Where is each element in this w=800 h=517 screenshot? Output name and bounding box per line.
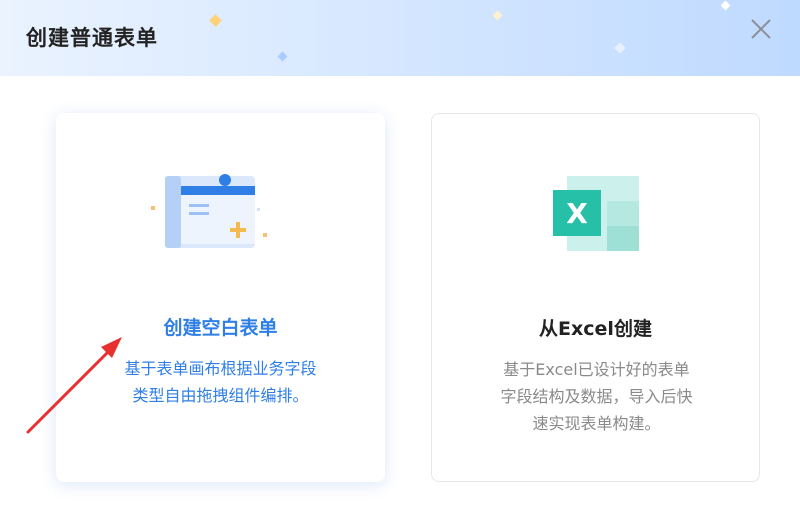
- create-from-excel-description: 基于Excel已设计好的表单 字段结构及数据，导入后快 速实现表单构建。: [487, 356, 706, 437]
- close-icon: [751, 19, 771, 39]
- header-decoration: [492, 10, 503, 21]
- header-decoration: [277, 51, 288, 62]
- create-from-excel-card[interactable]: X 从Excel创建 基于Excel已设计好的表单 字段结构及数据，导入后快 速…: [431, 113, 760, 482]
- close-button[interactable]: [748, 16, 774, 42]
- description-line: 类型自由拖拽组件编排。: [132, 386, 309, 405]
- description-line: 基于Excel已设计好的表单: [503, 360, 690, 379]
- dialog-title: 创建普通表单: [26, 26, 158, 50]
- header-decoration: [720, 0, 731, 11]
- blank-form-icon: [150, 168, 291, 257]
- excel-icon-letter: X: [566, 197, 588, 230]
- create-blank-form-description: 基于表单画布根据业务字段 类型自由拖拽组件编排。: [111, 355, 330, 409]
- description-line: 速实现表单构建。: [532, 414, 661, 433]
- dialog-header: 创建普通表单: [0, 0, 800, 76]
- header-decoration: [614, 42, 626, 54]
- description-line: 字段结构及数据，导入后快: [500, 387, 693, 406]
- create-blank-form-card[interactable]: 创建空白表单 基于表单画布根据业务字段 类型自由拖拽组件编排。: [56, 113, 385, 482]
- header-decoration: [209, 14, 222, 27]
- create-blank-form-title: 创建空白表单: [163, 317, 278, 339]
- create-from-excel-title: 从Excel创建: [539, 318, 652, 340]
- excel-icon: X: [552, 176, 639, 255]
- description-line: 基于表单画布根据业务字段: [124, 359, 317, 378]
